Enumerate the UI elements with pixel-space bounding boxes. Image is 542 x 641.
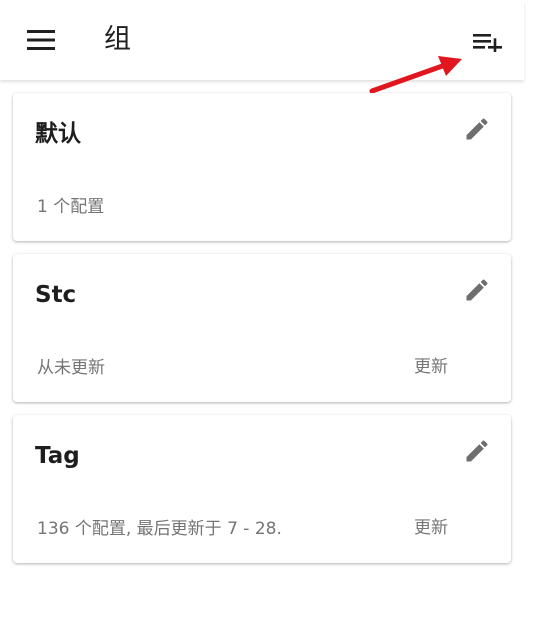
edit-button[interactable] (459, 433, 495, 469)
update-button[interactable]: 更新 (397, 507, 465, 543)
pencil-icon (466, 440, 488, 462)
add-group-button[interactable] (466, 24, 510, 60)
menu-icon (27, 30, 55, 50)
group-name: Tag (35, 443, 80, 469)
group-name: Stc (35, 282, 77, 308)
playlist-add-icon (473, 34, 502, 52)
menu-button[interactable] (20, 22, 62, 58)
group-card[interactable]: 默认 1 个配置 (13, 93, 511, 241)
page-title: 组 (104, 24, 131, 55)
group-card[interactable]: Tag 136 个配置, 最后更新于 7 - 28. 更新 (13, 415, 511, 563)
group-name: 默认 (35, 121, 81, 147)
group-subtitle: 136 个配置, 最后更新于 7 - 28. (37, 519, 282, 539)
pencil-icon (466, 118, 488, 140)
update-button[interactable]: 更新 (397, 346, 465, 382)
app-bar: 组 (0, 0, 524, 80)
pencil-icon (466, 279, 488, 301)
edit-button[interactable] (459, 272, 495, 308)
edit-button[interactable] (459, 111, 495, 147)
group-card[interactable]: Stc 从未更新 更新 (13, 254, 511, 402)
group-subtitle: 从未更新 (37, 358, 105, 378)
group-subtitle: 1 个配置 (37, 197, 105, 217)
